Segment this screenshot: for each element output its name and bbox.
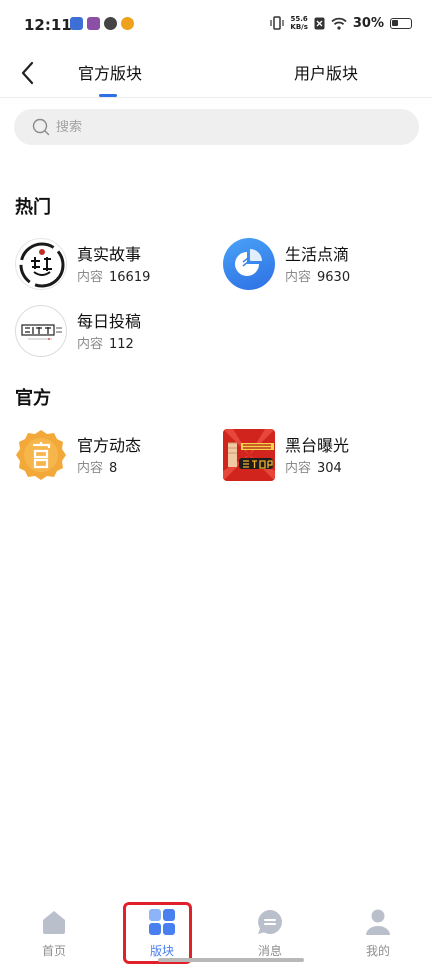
search-input[interactable] [56, 109, 356, 145]
section-title-official: 官方 [15, 388, 51, 409]
sim-off-icon [314, 17, 325, 29]
search-bar[interactable] [14, 109, 419, 145]
board-item-true-story[interactable]: 真实故事 内容 16619 [15, 238, 215, 292]
board-name: 生活点滴 [285, 245, 350, 264]
search-icon [32, 118, 50, 136]
board-count: 内容 304 [285, 457, 342, 476]
board-name: 黑台曝光 [285, 436, 350, 455]
home-icon [43, 911, 65, 934]
pie-chart-logo-icon [223, 238, 275, 290]
board-name: 真实故事 [77, 245, 142, 264]
board-count: 内容 9630 [285, 266, 350, 285]
nav-label: 我的 [365, 944, 390, 958]
vibrate-icon [270, 16, 284, 30]
count-value: 16619 [109, 270, 151, 285]
stop-fist-logo-icon [223, 429, 275, 481]
nav-profile[interactable]: 我的 [348, 908, 408, 964]
network-speed: 55.6 KB/s [290, 15, 307, 31]
highlight-box [123, 902, 192, 964]
net-speed-value: 55.6 [290, 15, 308, 23]
nav-label: 消息 [257, 944, 282, 958]
app-notification-icon [70, 17, 83, 30]
count-label: 内容 [285, 270, 312, 285]
net-speed-unit: KB/s [290, 23, 308, 31]
tab-user-boards[interactable]: 用户版块 [294, 60, 358, 84]
back-arrow-icon[interactable] [14, 58, 44, 88]
nav-label: 首页 [41, 944, 66, 958]
count-label: 内容 [77, 461, 104, 476]
board-count: 内容 112 [77, 333, 134, 352]
tab-indicator [99, 94, 117, 97]
board-item-life-moments[interactable]: 生活点滴 内容 9630 [223, 238, 423, 292]
profile-icon [366, 909, 390, 935]
system-status: 55.6 KB/s 30% [270, 15, 412, 31]
count-value: 304 [317, 461, 342, 476]
status-time: 12:11 [24, 16, 72, 34]
nav-messages[interactable]: 消息 [240, 908, 300, 964]
official-badge-logo-icon [15, 429, 67, 481]
home-indicator [158, 958, 304, 962]
true-story-text-logo-icon [15, 305, 67, 357]
message-icon [258, 910, 282, 934]
count-value: 9630 [317, 270, 351, 285]
count-value: 8 [109, 461, 118, 476]
count-label: 内容 [285, 461, 312, 476]
wifi-icon [331, 17, 347, 30]
board-count: 内容 8 [77, 457, 117, 476]
notification-icons [70, 17, 134, 30]
ink-seal-logo-icon [15, 238, 67, 290]
board-name: 每日投稿 [77, 312, 142, 331]
nav-home[interactable]: 首页 [24, 908, 84, 964]
battery-percent: 30% [352, 15, 384, 31]
board-item-blacklist-exposure[interactable]: 黑台曝光 内容 304 [223, 429, 423, 483]
tab-official-boards[interactable]: 官方版块 [78, 60, 142, 84]
weibo-icon [121, 17, 134, 30]
count-label: 内容 [77, 337, 104, 352]
board-count: 内容 16619 [77, 266, 150, 285]
app-notification-icon [104, 17, 117, 30]
bottom-nav: 首页 版块 消息 我的 [0, 896, 432, 964]
count-label: 内容 [77, 270, 104, 285]
status-bar: 12:11 55.6 KB/s 30% [0, 0, 432, 50]
board-name: 官方动态 [77, 436, 142, 455]
board-item-daily-submission[interactable]: 每日投稿 内容 112 [15, 305, 215, 359]
board-item-official-news[interactable]: 官方动态 内容 8 [15, 429, 215, 483]
battery-icon [390, 17, 412, 29]
header: 官方版块 用户版块 [0, 50, 432, 98]
section-title-hot: 热门 [15, 197, 51, 218]
app-notification-icon [87, 17, 100, 30]
count-value: 112 [109, 337, 134, 352]
